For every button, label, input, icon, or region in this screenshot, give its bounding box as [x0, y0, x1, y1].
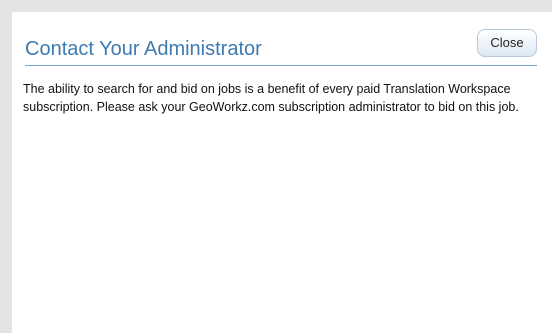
title-divider: [25, 65, 537, 66]
dialog-message: The ability to search for and bid on job…: [23, 82, 519, 114]
dialog-title: Contact Your Administrator: [25, 38, 262, 60]
close-button[interactable]: Close: [477, 29, 537, 57]
contact-admin-dialog: Contact Your Administrator Close The abi…: [12, 12, 552, 333]
